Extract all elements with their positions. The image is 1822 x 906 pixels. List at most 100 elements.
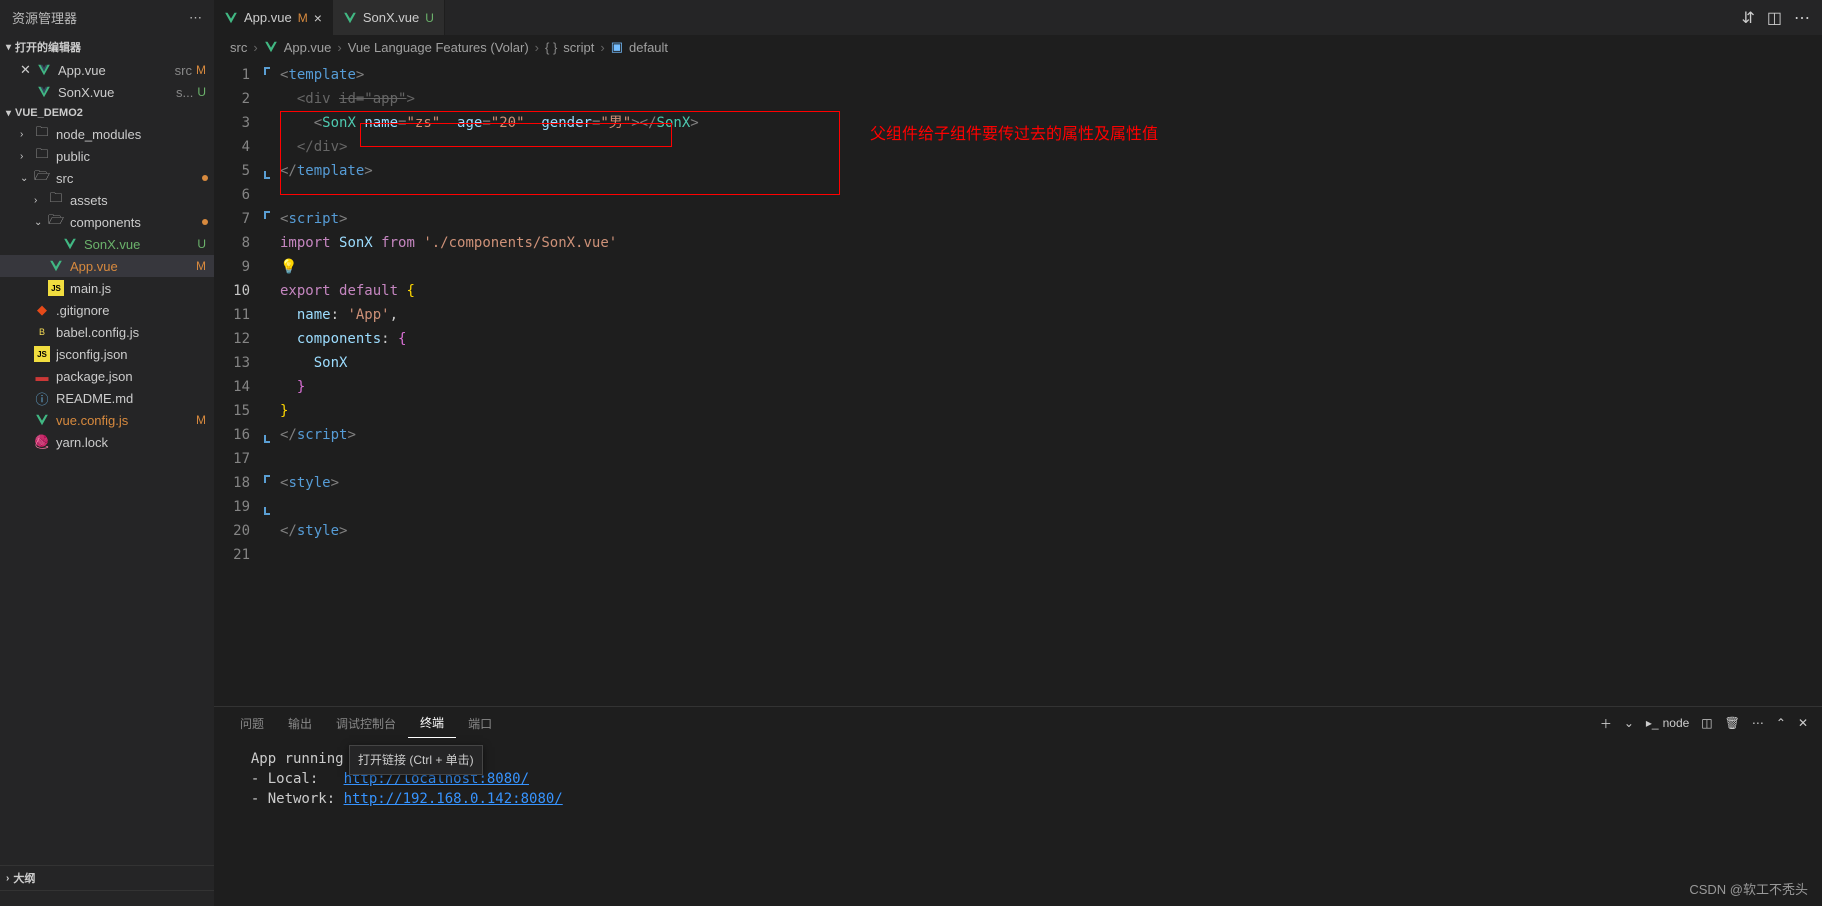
network-url-link[interactable]: http://192.168.0.142:8080/ (344, 791, 563, 807)
git-icon: ◆ (34, 302, 50, 318)
compare-icon[interactable]: ⇵ (1741, 8, 1754, 28)
npm-icon: ▬ (34, 368, 50, 384)
tab-status: U (425, 11, 434, 25)
main-area: App.vue M × SonX.vue U ⇵ ◫ ⋯ src› App.vu… (214, 0, 1822, 906)
annotation-text: 父组件给子组件要传过去的属性及属性值 (870, 123, 1158, 147)
vue-icon (264, 40, 278, 54)
tree-file[interactable]: JSmain.js (0, 277, 214, 299)
tree-file[interactable]: App.vueM (0, 255, 214, 277)
folder-icon: 🗁 (48, 214, 64, 230)
tree-file[interactable]: vue.config.jsM (0, 409, 214, 431)
panel-tab-ports[interactable]: 端口 (456, 709, 504, 738)
terminal-output[interactable]: 打开链接 (Ctrl + 单击) App running - Local: ht… (214, 739, 1822, 906)
editor[interactable]: 12345 678910 1112131415 161718192021 父组件… (214, 59, 1822, 706)
code-area[interactable]: 父组件给子组件要传过去的属性及属性值 <template> <div id="a… (280, 59, 1742, 706)
vue-icon (36, 62, 52, 78)
tab-actions: ⇵ ◫ ⋯ (1729, 8, 1822, 28)
git-status: M (196, 63, 206, 77)
watermark: CSDN @软工不秃头 (1689, 879, 1808, 898)
file-tree: ›🗀node_modules ›🗀public ⌄🗁src ›🗀assets ⌄… (0, 123, 214, 865)
outline-header[interactable]: › 大纲 (0, 865, 214, 890)
panel-tab-problems[interactable]: 问题 (228, 709, 276, 738)
more-icon[interactable]: ⋯ (1752, 716, 1764, 730)
vue-icon (34, 412, 50, 428)
tree-file[interactable]: ⓘREADME.md (0, 387, 214, 409)
tab-label: App.vue (244, 10, 292, 25)
chevron-right-icon: › (6, 873, 9, 884)
tab-bar: App.vue M × SonX.vue U ⇵ ◫ ⋯ (214, 0, 1822, 35)
minimap[interactable] (1742, 59, 1822, 706)
git-status: U (197, 85, 206, 99)
chevron-right-icon: › (34, 195, 48, 206)
shell-selector[interactable]: ▸_node (1646, 716, 1689, 730)
close-icon[interactable]: ✕ (20, 62, 36, 78)
vue-icon (343, 11, 357, 25)
project-header[interactable]: ▾ VUE_DEMO2 (0, 103, 214, 123)
chevron-down-icon: ▾ (6, 42, 11, 53)
tree-file[interactable]: SonX.vueU (0, 233, 214, 255)
modified-dot-icon (202, 219, 208, 225)
open-editors-header[interactable]: ▾ 打开的编辑器 (0, 35, 214, 59)
chevron-right-icon: › (20, 151, 34, 162)
breadcrumb[interactable]: src› App.vue› Vue Language Features (Vol… (214, 35, 1822, 59)
chevron-down-icon: ⌄ (34, 217, 48, 228)
panel-tab-terminal[interactable]: 终端 (408, 708, 456, 738)
sidebar-title: 资源管理器 (12, 8, 77, 27)
sidebar: 资源管理器 ⋯ ▾ 打开的编辑器 ✕ App.vue src M SonX.vu… (0, 0, 214, 906)
open-editor-item[interactable]: ✕ App.vue src M (0, 59, 214, 81)
vue-icon (224, 11, 238, 25)
vue-icon (62, 236, 78, 252)
js-icon: JS (34, 346, 50, 362)
tab-status: M (298, 11, 308, 25)
tree-folder[interactable]: ⌄🗁src (0, 167, 214, 189)
vue-icon (48, 258, 64, 274)
split-terminal-icon[interactable]: ◫ (1701, 716, 1712, 730)
new-terminal-icon[interactable]: ＋ (1600, 715, 1612, 732)
dropdown-icon[interactable]: ⌄ (1624, 716, 1634, 730)
more-icon[interactable]: ⋯ (189, 10, 202, 26)
close-panel-icon[interactable]: ✕ (1798, 716, 1808, 730)
md-icon: ⓘ (34, 390, 50, 406)
tree-file[interactable]: ▬package.json (0, 365, 214, 387)
tree-folder[interactable]: ⌄🗁components (0, 211, 214, 233)
open-editors-title: 打开的编辑器 (15, 39, 81, 55)
open-editor-item[interactable]: SonX.vue s... U (0, 81, 214, 103)
tab-app-vue[interactable]: App.vue M × (214, 0, 333, 35)
split-icon[interactable]: ◫ (1767, 8, 1782, 28)
vue-icon (36, 84, 52, 100)
more-icon[interactable]: ⋯ (1794, 8, 1810, 28)
chevron-down-icon: ▾ (6, 108, 11, 119)
folder-icon: 🗀 (34, 126, 50, 142)
trash-icon[interactable]: 🗑 (1725, 716, 1740, 730)
file-path: src (175, 63, 192, 78)
js-icon: JS (48, 280, 64, 296)
panel-tab-debug[interactable]: 调试控制台 (324, 709, 408, 738)
line-numbers: 12345 678910 1112131415 161718192021 (214, 59, 264, 706)
project-name: VUE_DEMO2 (15, 107, 83, 119)
close-icon[interactable]: × (314, 10, 322, 26)
fold-gutter (264, 59, 280, 706)
folder-icon: 🗁 (34, 170, 50, 186)
folder-icon: 🗀 (48, 192, 64, 208)
tree-file[interactable]: 🧶yarn.lock (0, 431, 214, 453)
lightbulb-icon[interactable]: 💡 (280, 259, 297, 275)
tree-folder[interactable]: ›🗀assets (0, 189, 214, 211)
tree-file[interactable]: ◆.gitignore (0, 299, 214, 321)
panel-tab-output[interactable]: 输出 (276, 709, 324, 738)
yarn-icon: 🧶 (34, 434, 50, 450)
tree-file[interactable]: Bbabel.config.js (0, 321, 214, 343)
collapsed-section[interactable] (0, 890, 214, 906)
outline-title: 大纲 (13, 870, 35, 886)
tree-file[interactable]: JSjsconfig.json (0, 343, 214, 365)
maximize-icon[interactable]: ⌃ (1776, 716, 1786, 730)
file-path: s... (176, 85, 193, 100)
file-name: SonX.vue (58, 85, 172, 100)
sidebar-header: 资源管理器 ⋯ (0, 0, 214, 35)
tab-sonx-vue[interactable]: SonX.vue U (333, 0, 445, 35)
terminal-icon: ▸_ (1646, 716, 1659, 730)
tree-folder[interactable]: ›🗀public (0, 145, 214, 167)
babel-icon: B (34, 324, 50, 340)
panel-tabs: 问题 输出 调试控制台 终端 端口 ＋ ⌄ ▸_node ◫ 🗑 ⋯ ⌃ ✕ (214, 707, 1822, 739)
tree-folder[interactable]: ›🗀node_modules (0, 123, 214, 145)
modified-dot-icon (202, 175, 208, 181)
